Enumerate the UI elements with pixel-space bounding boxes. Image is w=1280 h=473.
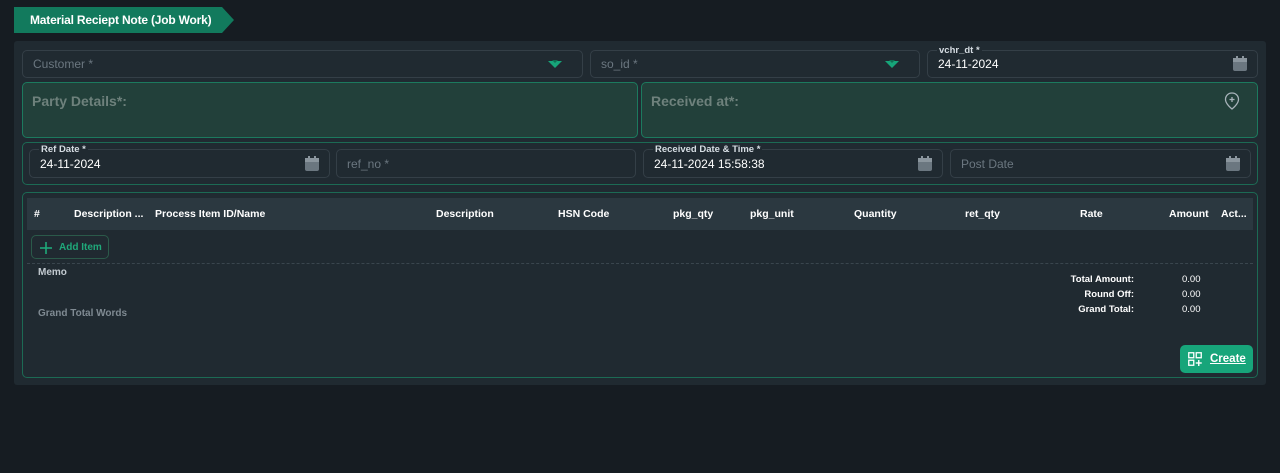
ref-date-field[interactable]: Ref Date * 24-11-2024 xyxy=(29,144,330,178)
column-header[interactable]: Description ... xyxy=(74,208,143,220)
customer-select[interactable]: Customer * xyxy=(22,50,583,78)
column-header: Process Item ID/Name xyxy=(155,208,266,220)
column-header: HSN Code xyxy=(558,208,610,220)
round-off-label: Round Off: xyxy=(1084,289,1134,300)
vchr-dt-field[interactable]: vchr_dt * 24-11-2024 xyxy=(927,45,1258,78)
post-date-placeholder: Post Date xyxy=(961,156,1014,171)
party-details-box[interactable]: Party Details*: xyxy=(22,82,638,138)
so-id-select[interactable]: so_id * xyxy=(590,50,920,78)
ref-no-placeholder: ref_no * xyxy=(347,156,390,171)
vchr-dt-value: 24-11-2024 xyxy=(938,57,999,71)
column-header: # xyxy=(34,208,40,220)
received-datetime-field[interactable]: Received Date & Time * 24-11-2024 15:58:… xyxy=(643,144,943,178)
post-date-field[interactable]: Post Date xyxy=(950,149,1251,178)
column-header: Description xyxy=(436,208,494,220)
items-table-header: # Description ... Process Item ID/Name D… xyxy=(27,198,1253,230)
grand-total-label: Grand Total: xyxy=(1078,304,1134,315)
total-amount-value: 0.00 xyxy=(1182,274,1201,285)
so-id-placeholder: so_id * xyxy=(601,57,638,71)
add-item-label: Add Item xyxy=(59,242,102,253)
grand-total-words-label: Grand Total Words xyxy=(38,308,128,319)
column-header: ret_qty xyxy=(965,208,1001,220)
vchr-dt-label: vchr_dt * xyxy=(937,45,982,56)
create-button[interactable]: Create xyxy=(1180,345,1253,373)
received-at-box[interactable]: Received at*: xyxy=(641,82,1258,138)
column-header: Rate xyxy=(1080,208,1103,220)
chevron-down-icon xyxy=(885,60,899,68)
page-title-tab: Material Reciept Note (Job Work) xyxy=(14,7,234,33)
customer-placeholder: Customer * xyxy=(33,57,94,71)
party-details-label: Party Details*: xyxy=(32,93,127,109)
calendar-icon[interactable] xyxy=(304,155,320,172)
calendar-icon[interactable] xyxy=(1232,56,1248,72)
plus-icon xyxy=(40,242,52,254)
received-at-label: Received at*: xyxy=(651,93,739,109)
received-datetime-value: 24-11-2024 15:58:38 xyxy=(654,156,765,171)
chevron-down-icon xyxy=(548,60,562,68)
round-off-value: 0.00 xyxy=(1182,289,1201,300)
memo-label: Memo xyxy=(38,267,67,278)
column-header: pkg_unit xyxy=(750,208,794,220)
location-pin-icon[interactable] xyxy=(1224,92,1240,110)
column-header: Amount xyxy=(1169,208,1209,220)
received-datetime-label: Received Date & Time * xyxy=(653,144,763,155)
column-header: pkg_qty xyxy=(673,208,714,220)
calendar-icon[interactable] xyxy=(917,155,933,172)
add-item-button[interactable]: Add Item xyxy=(31,235,109,259)
total-amount-label: Total Amount: xyxy=(1070,274,1134,285)
column-header: Act... xyxy=(1221,208,1247,220)
grand-total-value: 0.00 xyxy=(1182,304,1201,315)
calendar-icon[interactable] xyxy=(1225,155,1241,172)
ref-date-value: 24-11-2024 xyxy=(40,156,101,171)
add-grid-icon xyxy=(1188,352,1202,366)
page-title: Material Reciept Note (Job Work) xyxy=(30,13,212,27)
column-header: Quantity xyxy=(854,208,897,220)
ref-no-field[interactable]: ref_no * xyxy=(336,149,636,178)
divider xyxy=(27,263,1253,264)
ref-date-label: Ref Date * xyxy=(39,144,88,155)
create-label: Create xyxy=(1210,353,1246,365)
